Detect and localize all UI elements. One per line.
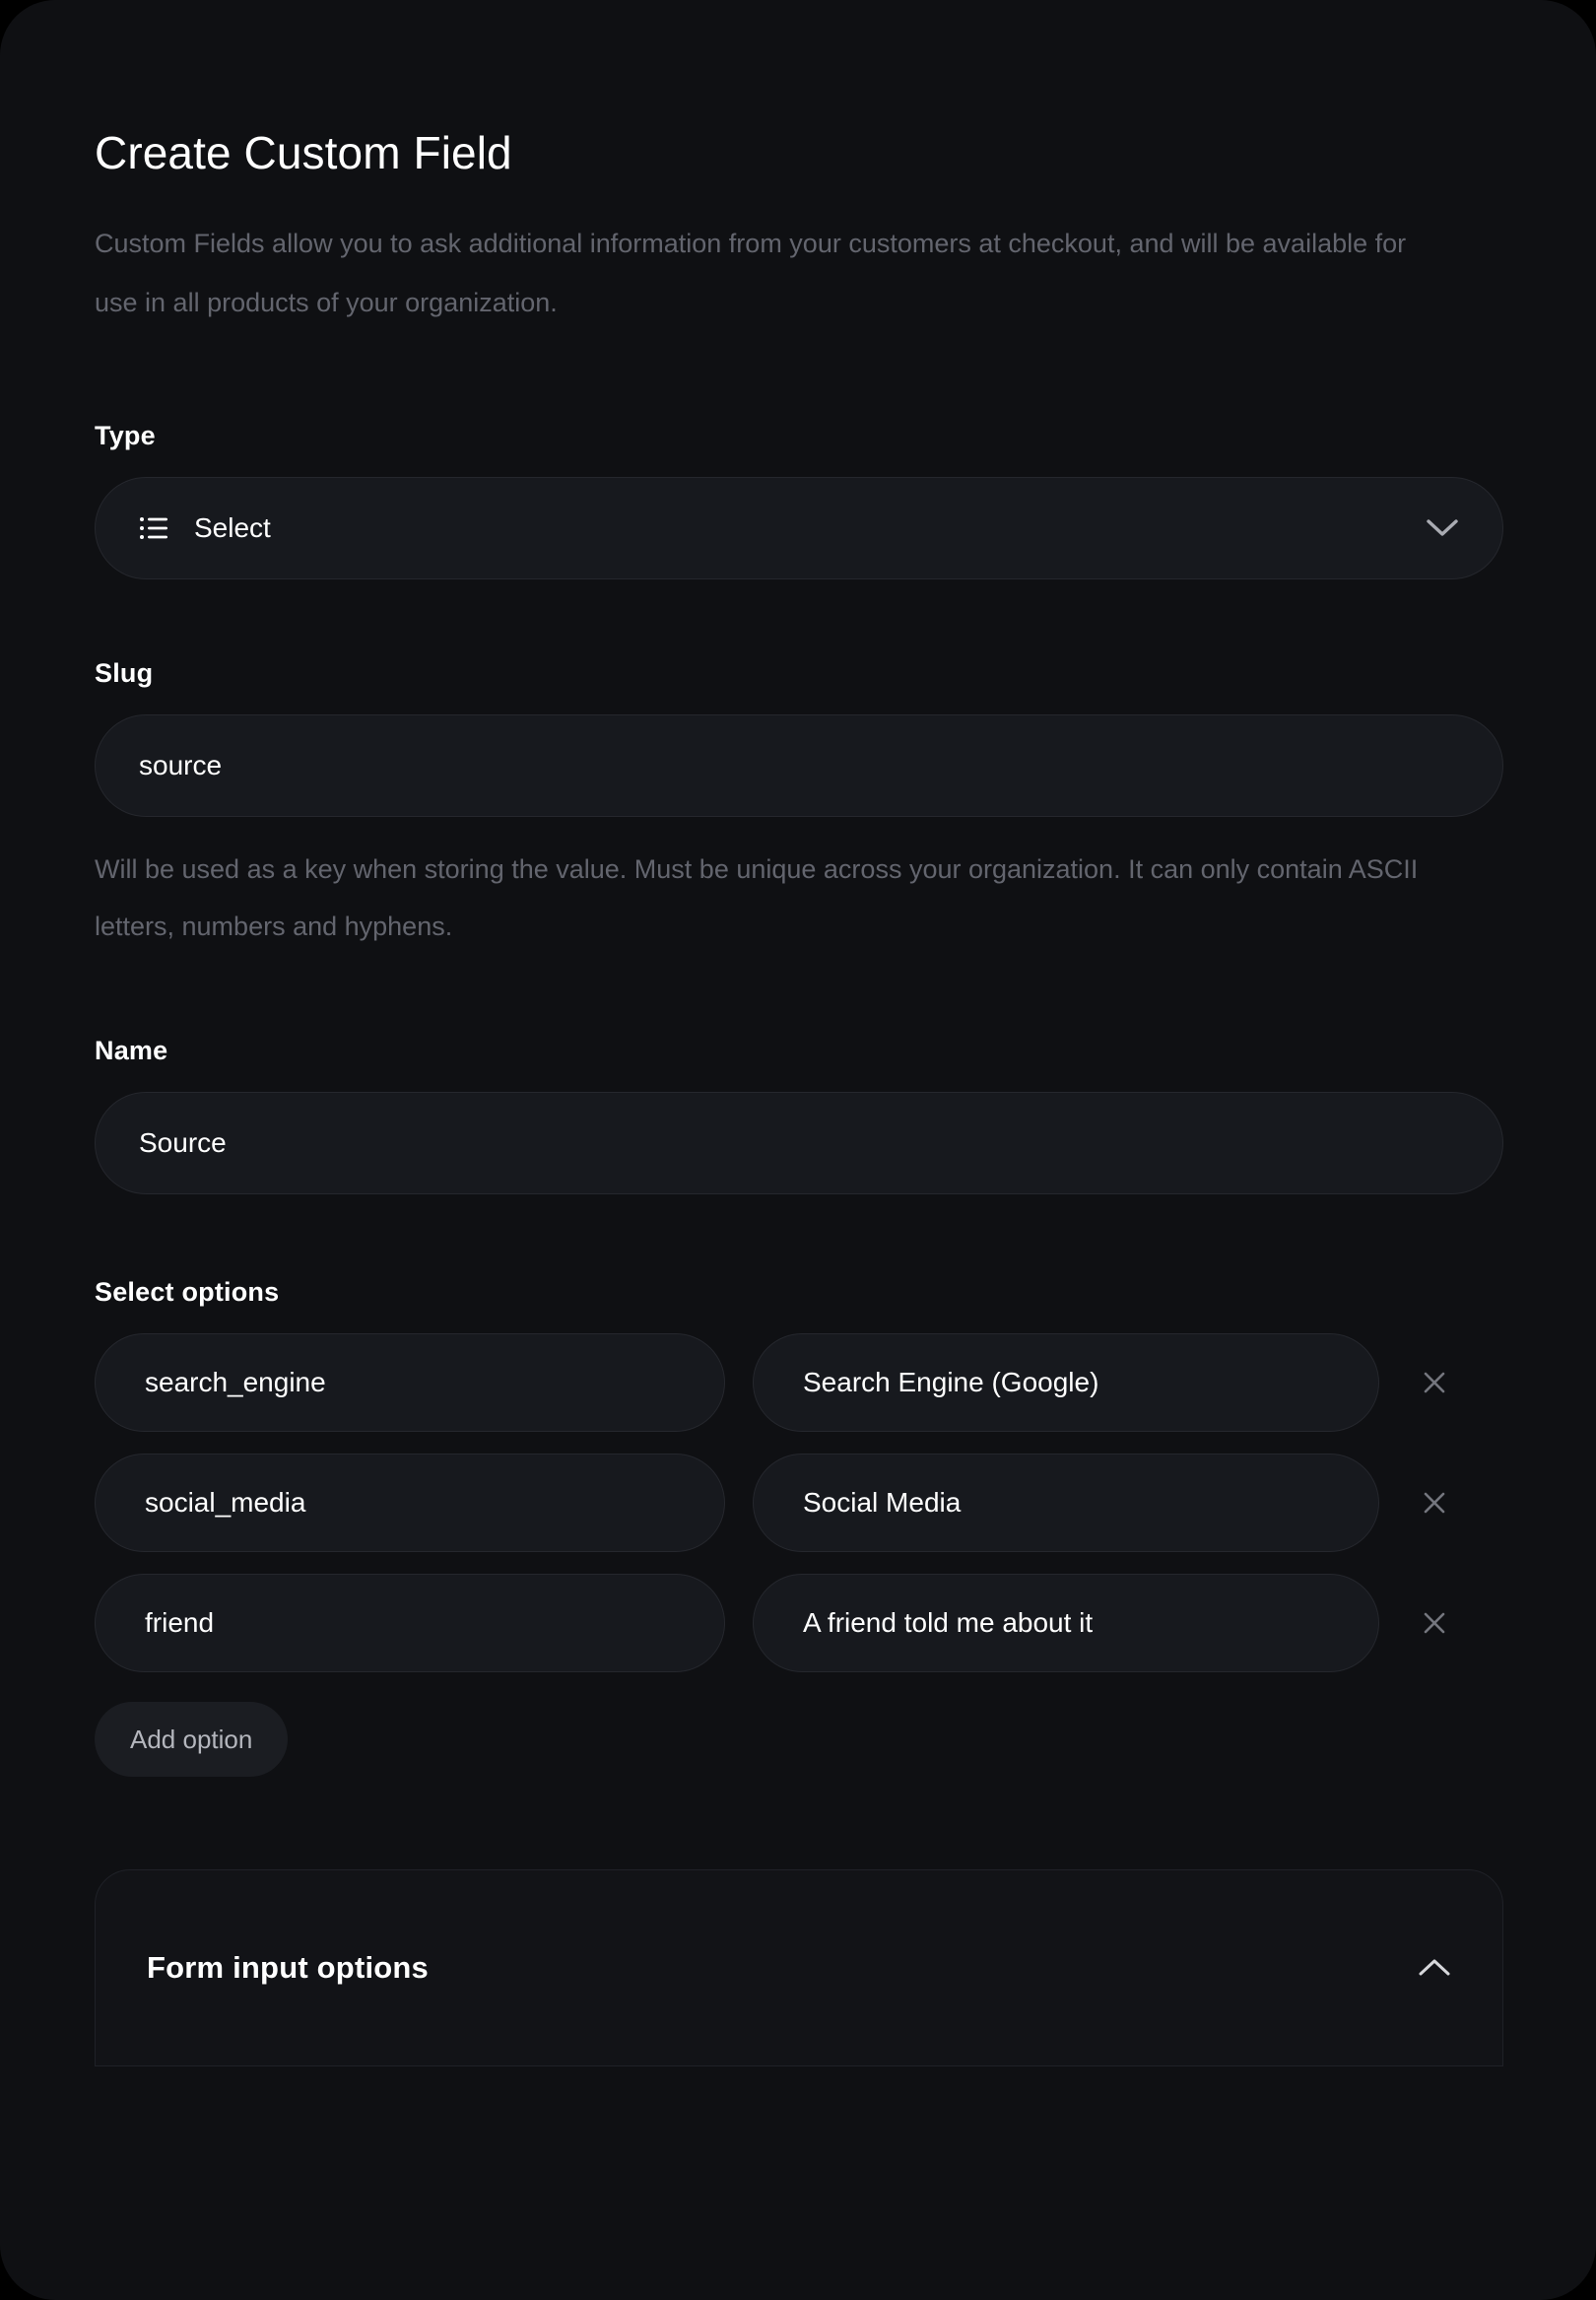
- option-key-input[interactable]: search_engine: [95, 1333, 725, 1433]
- slug-input[interactable]: source: [95, 714, 1503, 818]
- chevron-down-icon[interactable]: [1426, 517, 1459, 539]
- remove-option-button[interactable]: [1407, 1475, 1462, 1530]
- select-options-list: search_engine Search Engine (Google) soc…: [95, 1333, 1503, 1673]
- option-row: search_engine Search Engine (Google): [95, 1333, 1503, 1433]
- slug-label: Slug: [95, 658, 154, 689]
- remove-option-button[interactable]: [1407, 1595, 1462, 1651]
- option-label-value: Social Media: [803, 1487, 962, 1519]
- close-icon: [1419, 1367, 1450, 1398]
- form-input-options-accordion[interactable]: Form input options: [95, 1869, 1503, 2067]
- slug-input-value: source: [139, 750, 223, 781]
- field-group-slug: Slug source Will be used as a key when s…: [95, 658, 1503, 955]
- panel-description: Custom Fields allow you to ask additiona…: [95, 229, 1407, 318]
- option-row: friend A friend told me about it: [95, 1574, 1503, 1673]
- type-select-value: Select: [194, 512, 271, 544]
- page-title: Create Custom Field: [95, 127, 512, 178]
- type-select[interactable]: Select: [95, 477, 1503, 580]
- option-label-value: A friend told me about it: [803, 1607, 1094, 1639]
- form-input-options-title: Form input options: [147, 1950, 429, 1986]
- option-key-input[interactable]: social_media: [95, 1454, 725, 1553]
- field-group-select-options: Select options search_engine Search Engi…: [95, 1277, 1503, 1778]
- remove-option-button[interactable]: [1407, 1355, 1462, 1410]
- option-key-input[interactable]: friend: [95, 1574, 725, 1673]
- option-key-value: social_media: [145, 1487, 306, 1519]
- option-label-value: Search Engine (Google): [803, 1367, 1099, 1398]
- option-key-value: search_engine: [145, 1367, 326, 1398]
- chevron-up-icon[interactable]: [1418, 1957, 1451, 1979]
- type-label: Type: [95, 421, 156, 451]
- option-key-value: friend: [145, 1607, 215, 1639]
- select-options-label: Select options: [95, 1277, 280, 1308]
- field-group-name: Name Source: [95, 1036, 1503, 1195]
- type-select-value-wrap: Select: [139, 512, 271, 544]
- name-label: Name: [95, 1036, 168, 1066]
- list-icon: [139, 515, 168, 541]
- name-input-value: Source: [139, 1127, 227, 1159]
- slug-helper-text: Will be used as a key when storing the v…: [95, 854, 1419, 942]
- create-custom-field-panel: Create Custom Field Custom Fields allow …: [0, 0, 1596, 2300]
- option-label-input[interactable]: Search Engine (Google): [753, 1333, 1379, 1433]
- add-option-button[interactable]: Add option: [95, 1702, 289, 1778]
- close-icon: [1419, 1487, 1450, 1519]
- field-group-type: Type Select: [95, 421, 1503, 580]
- option-row: social_media Social Media: [95, 1454, 1503, 1553]
- option-label-input[interactable]: Social Media: [753, 1454, 1379, 1553]
- name-input[interactable]: Source: [95, 1092, 1503, 1195]
- option-label-input[interactable]: A friend told me about it: [753, 1574, 1379, 1673]
- close-icon: [1419, 1607, 1450, 1639]
